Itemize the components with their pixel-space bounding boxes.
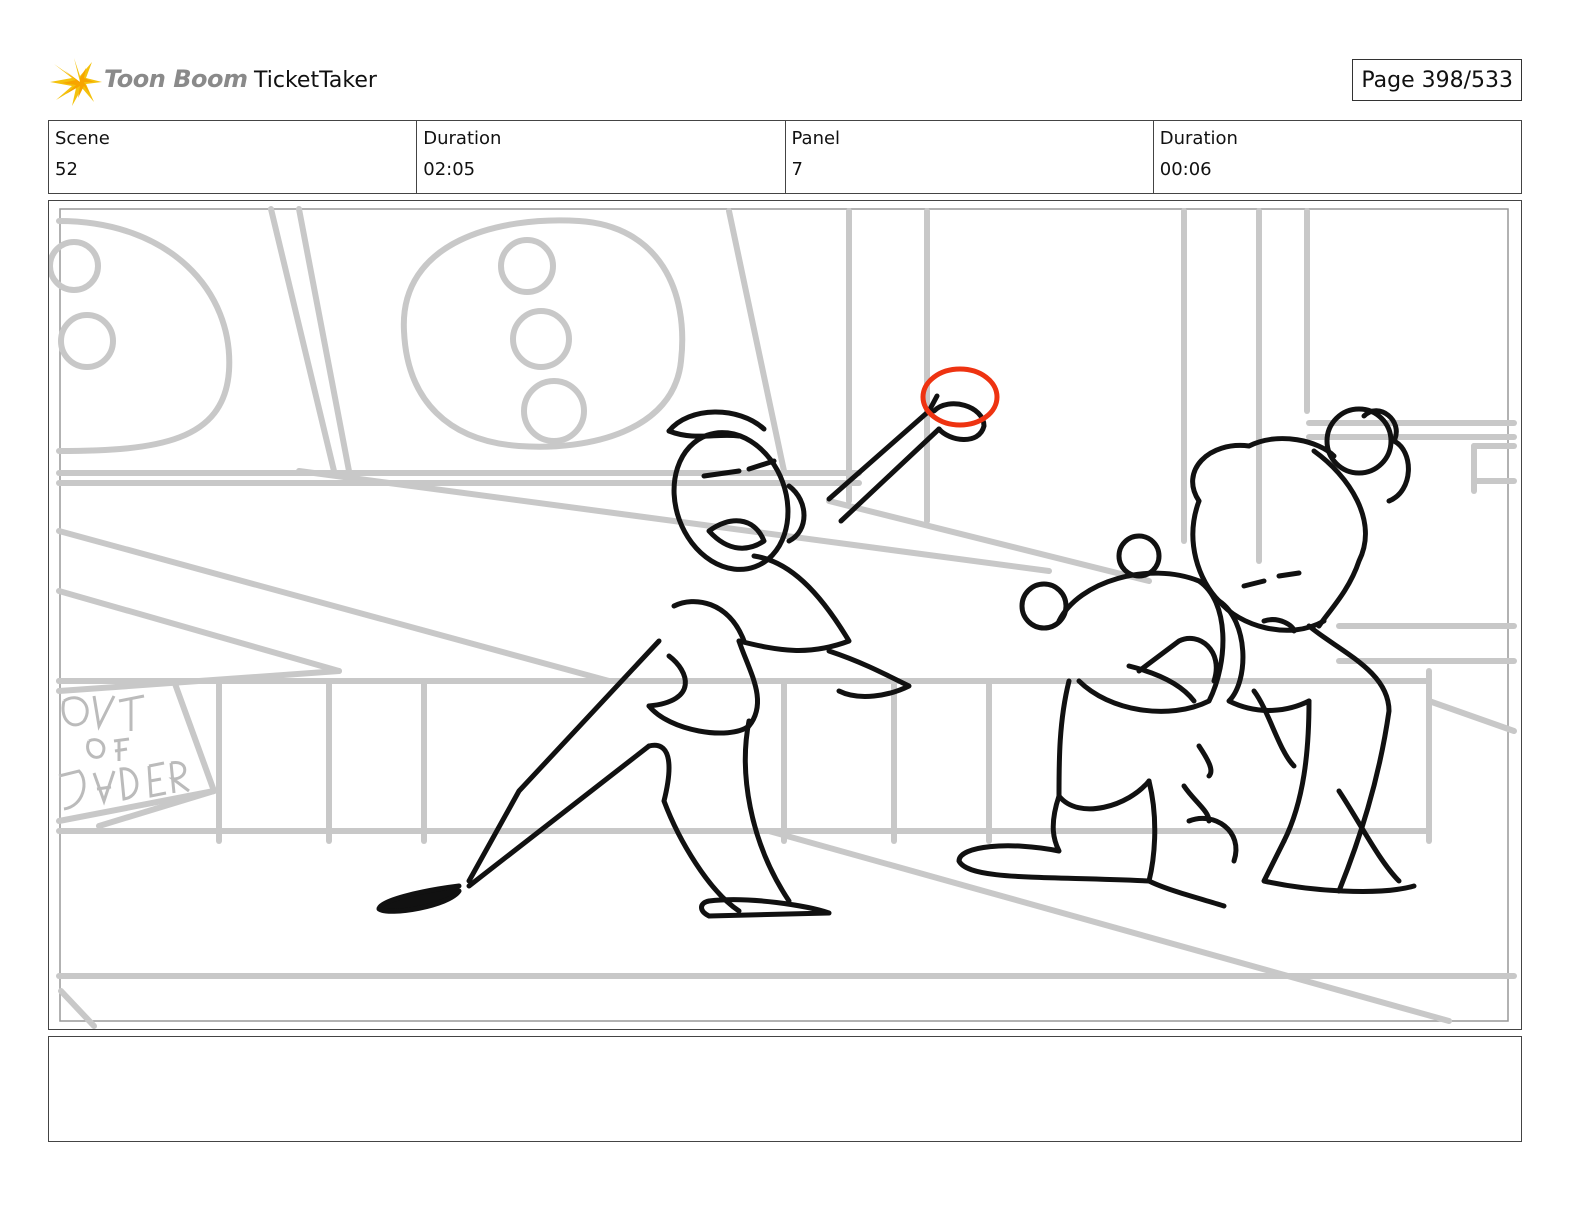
scene-cell: Scene 52	[49, 121, 418, 193]
scene-duration-value: 02:05	[423, 159, 476, 180]
scene-duration-label: Duration	[423, 128, 502, 149]
page-header: Toon Boom TicketTaker Page 398/533	[50, 56, 1530, 108]
project-title: TicketTaker	[254, 68, 377, 93]
dialogue-box	[48, 1036, 1522, 1142]
panel-duration-value: 00:06	[1159, 159, 1212, 180]
panel-info-table: Scene 52 Duration 02:05 Panel 7 Duration…	[48, 120, 1522, 194]
starburst-icon	[50, 58, 102, 106]
scene-label: Scene	[55, 128, 110, 149]
storyboard-panel	[48, 200, 1522, 1030]
panel-duration-cell: Duration 00:06	[1154, 121, 1521, 193]
panel-label: Panel	[791, 128, 841, 149]
panel-drawing	[49, 206, 1517, 1029]
out-of-order-sign-lettering	[58, 694, 190, 811]
toon-boom-logo: Toon Boom	[50, 56, 250, 108]
scene-duration-cell: Duration 02:05	[417, 121, 786, 193]
scene-value: 52	[55, 159, 78, 180]
panel-value: 7	[791, 159, 803, 180]
page-counter: Page 398/533	[1352, 59, 1522, 101]
brand-wordmark: Toon Boom	[104, 65, 248, 93]
panel-cell: Panel 7	[786, 121, 1154, 193]
panel-duration-label: Duration	[1159, 128, 1238, 149]
